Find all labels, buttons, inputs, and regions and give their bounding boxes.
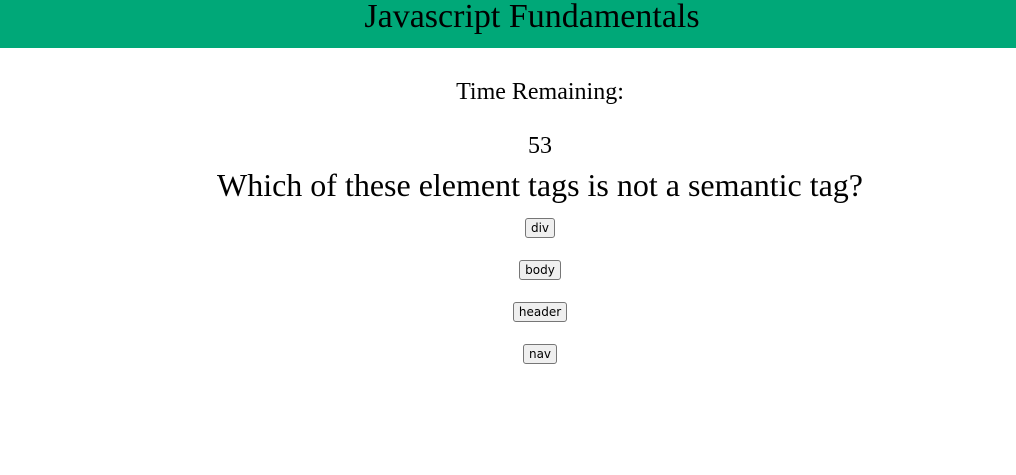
answer-row: div [64, 218, 1016, 260]
answer-list: div body header nav [0, 218, 1016, 386]
timer-value: 53 [528, 133, 552, 159]
answer-row: nav [64, 344, 1016, 386]
page-title: Javascript Fundamentals [364, 0, 700, 35]
answer-button-nav[interactable]: nav [522, 344, 558, 364]
answer-button-body[interactable]: body [519, 260, 561, 280]
timer-label: Time Remaining: [456, 79, 624, 105]
answer-row: header [64, 302, 1016, 344]
question-text: Which of these element tags is not a sem… [217, 167, 863, 203]
answer-row: body [64, 260, 1016, 302]
page-header: Javascript Fundamentals [0, 0, 1016, 48]
answer-button-header[interactable]: header [512, 302, 568, 322]
answer-button-div[interactable]: div [524, 218, 556, 238]
